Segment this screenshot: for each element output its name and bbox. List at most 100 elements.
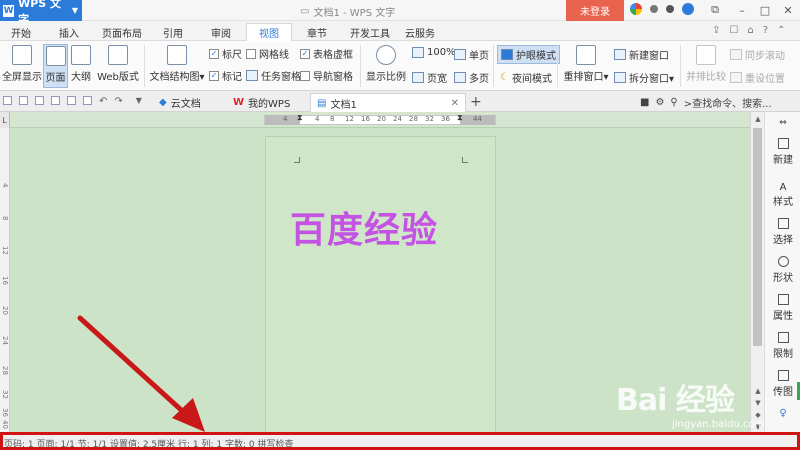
status-bar: 页码: 1 页面: 1/1 节: 1/1 设置值: 2.5厘米 行: 1 列: … [0,434,800,450]
panel-shape-button[interactable]: 形状 [765,256,800,284]
tab-review[interactable]: 审阅 [206,23,236,41]
skin-icon[interactable] [630,3,642,15]
scrollbar-thumb[interactable] [753,128,762,346]
export-pdf-icon[interactable] [83,96,92,105]
panel-new-button[interactable]: 新建 [765,138,800,166]
task-pane-label: 任务窗格 [261,72,301,83]
new-file-icon[interactable] [3,96,12,105]
eye-mode-button[interactable]: 护眼模式 [497,45,560,64]
panel-style-label: 样式 [773,197,793,208]
chevron-down-icon: ▼ [71,6,78,15]
scroll-up-icon[interactable]: ▲ [751,114,765,124]
print-icon[interactable] [51,96,60,105]
panel-style-button[interactable]: A 样式 [765,182,800,208]
document-icon: ▭ [300,6,310,17]
print-preview-icon[interactable] [67,96,76,105]
arrange-label: 重排窗口▾ [563,72,609,83]
tab-view[interactable]: 视图 [246,23,292,41]
tab-developer[interactable]: 开发工具 [346,23,394,41]
close-tab-icon[interactable]: ✕ [451,98,459,109]
web-view-label: Web版式 [97,72,139,83]
panel-pin-icon[interactable]: ⇔ [765,118,800,128]
menu-right-icons: ⇪ ☐ ⌂ ? ⌃ [712,25,785,36]
outline-label: 大纲 [71,72,91,83]
page-width-icon [412,72,424,83]
tab-page-layout[interactable]: 页面布局 [98,23,146,41]
side-by-side-button[interactable]: 并排比较 [684,45,728,87]
doc-map-button[interactable]: 文档结构图▾ [148,45,206,87]
settings-icon[interactable]: ⚙ [655,97,664,108]
outline-button[interactable]: 大纲 [69,45,93,87]
new-window-button[interactable]: 新建窗口 [614,47,669,62]
night-mode-button[interactable]: ☾ 夜间模式 [500,70,552,85]
zoom-100-button[interactable]: 100% [412,47,456,58]
bookmark-icon[interactable]: ■ [640,97,649,108]
add-tab-icon[interactable]: + [470,94,482,110]
tab-cloud[interactable]: 云服务 [402,23,438,41]
title-icons [630,3,694,15]
pin-icon[interactable]: ⌂ [747,25,753,36]
document-tab-bar: ↶ ↷ ▼ ◆ 云文档 W 我的WPS ▤ 文档1 ✕ + ■ ⚙ ⚲ >查找命… [0,91,800,112]
comment-icon[interactable]: ☐ [729,25,738,36]
nav-pane-label: 导航窗格 [313,72,353,83]
open-file-icon[interactable] [19,96,28,105]
sync-scroll-button[interactable]: 同步滚动 [730,47,785,62]
panel-select-button[interactable]: 选择 [765,218,800,246]
moon-icon: ☾ [500,72,509,83]
tab-document-1[interactable]: ▤ 文档1 ✕ [310,93,466,112]
undo-icon[interactable]: ↶ [99,96,107,107]
redo-icon[interactable]: ↷ [114,96,122,107]
collapse-ribbon-icon[interactable]: ⌃ [777,25,785,36]
close-icon[interactable]: ✕ [779,2,797,18]
task-pane-toggle[interactable]: 任务窗格 [246,68,301,83]
tab-references[interactable]: 引用 [158,23,188,41]
login-button[interactable]: 未登录 [566,0,624,21]
share-icon[interactable]: ⇪ [712,25,720,36]
one-page-button[interactable]: 单页 [454,47,489,62]
markup-label: 标记 [222,72,242,83]
settings-icon[interactable] [650,5,658,13]
tab-chapter[interactable]: 章节 [302,23,332,41]
panel-new-label: 新建 [773,155,793,166]
tab-cloud-docs[interactable]: ◆ 云文档 [152,93,226,112]
panel-properties-button[interactable]: 属性 [765,294,800,322]
minimize-icon[interactable]: – [733,2,751,18]
command-search-hint: >查找命令、搜索... [683,99,772,110]
save-icon[interactable] [35,96,44,105]
web-view-button[interactable]: Web版式 [95,45,141,87]
reset-position-button[interactable]: 重设位置 [730,70,785,85]
user-icon[interactable] [666,5,674,13]
page-view-button[interactable]: 页面 [43,44,68,88]
restore-window-icon[interactable]: ⧉ [706,2,724,18]
wps-menu-button[interactable]: W WPS 文字 ▼ [0,0,82,26]
ribbon-divider [493,45,494,87]
reset-position-icon [730,72,742,83]
customize-toolbar-icon[interactable]: ▼ [136,96,142,107]
help-circle-icon[interactable]: ? [763,25,768,36]
markup-checkbox[interactable]: ✓ 标记 [209,68,242,83]
page-width-button[interactable]: 页宽 [412,70,447,85]
tab-insert[interactable]: 插入 [54,23,84,41]
split-window-button[interactable]: 拆分窗口▾ [614,70,674,85]
tab-home[interactable]: 开始 [6,23,36,41]
maximize-icon[interactable]: □ [756,2,774,18]
fullscreen-label: 全屏显示 [2,72,42,83]
table-gridlines-checkbox[interactable]: ✓ 表格虚框 [300,46,353,61]
arrange-windows-button[interactable]: 重排窗口▾ [561,45,611,87]
command-search[interactable]: ■ ⚙ ⚲ >查找命令、搜索... [640,95,772,110]
panel-upload-image-label: 传图 [773,387,793,398]
fullscreen-button[interactable]: 全屏显示 [2,45,42,87]
nav-pane-checkbox[interactable]: 导航窗格 [300,68,353,83]
tip-bulb-icon[interactable]: ♀ [765,408,800,419]
multi-page-button[interactable]: 多页 [454,70,489,85]
gridlines-checkbox[interactable]: 网格线 [246,46,289,61]
zoom-button[interactable]: 显示比例 [364,45,408,87]
help-icon[interactable] [682,3,694,15]
panel-upload-image-button[interactable]: 传图 [765,370,800,398]
task-panel: ⇔ 新建 A 样式 选择 形状 属性 限制 传图 ♀ [764,112,800,434]
zoom-label: 显示比例 [366,72,406,83]
panel-restrict-button[interactable]: 限制 [765,332,800,360]
window-title-text: 文档1 - WPS 文字 [313,8,396,19]
ruler-checkbox[interactable]: ✓ 标尺 [209,46,242,61]
tab-my-wps[interactable]: W 我的WPS [226,93,308,112]
